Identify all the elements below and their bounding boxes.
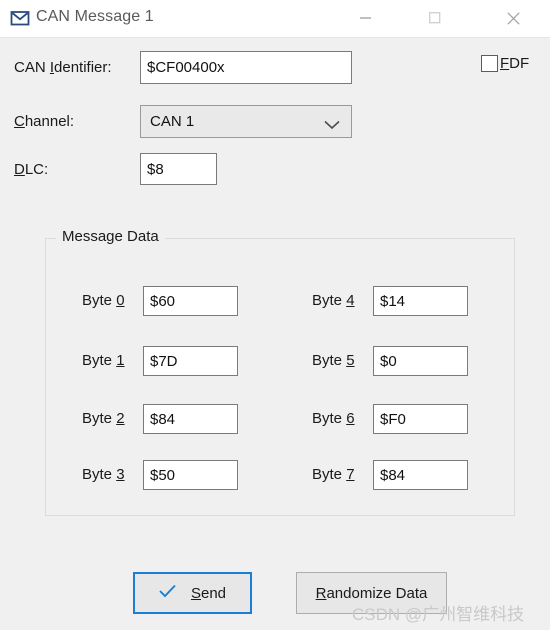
message-data-title: Message Data [56,228,165,245]
fdf-label-accel: F [500,55,510,72]
byte-5-label-index: 5 [346,352,355,369]
channel-label-accel: C [14,113,25,130]
randomize-data-label-accel: R [315,584,327,602]
byte-7-label-prefix: Byte [312,466,347,483]
byte-1-label: Byte 1 [82,352,125,369]
can-identifier-label: CAN Identifier: [14,59,112,76]
send-button-label: Send [191,585,226,602]
fdf-label-post: DF [509,55,530,72]
randomize-data-button[interactable]: Randomize Data [296,572,447,614]
byte-5-label: Byte 5 [312,352,355,369]
channel-select[interactable]: CAN 1 [140,105,352,138]
window-title: CAN Message 1 [36,8,154,25]
send-button[interactable]: Send [133,572,252,614]
byte-1-label-index: 1 [116,352,125,369]
byte-5-input[interactable]: $0 [373,346,468,376]
byte-2-label: Byte 2 [82,410,125,427]
can-identifier-label-pre: CAN [14,59,50,76]
dlc-label: DLC: [14,161,48,178]
byte-3-input[interactable]: $50 [143,460,238,490]
randomize-data-label-post: andomize Data [326,584,428,602]
byte-4-label-index: 4 [346,292,355,309]
byte-2-label-prefix: Byte [82,410,117,427]
byte-3-label-index: 3 [116,466,125,483]
fdf-checkbox-group[interactable]: FDF [481,55,529,72]
byte-7-input[interactable]: $84 [373,460,468,490]
byte-6-label: Byte 6 [312,410,355,427]
byte-0-label-prefix: Byte [82,292,117,309]
byte-3-label: Byte 3 [82,466,125,483]
byte-6-label-index: 6 [346,410,355,427]
dlc-label-post: LC: [24,161,49,178]
close-button[interactable] [492,0,538,36]
byte-0-input[interactable]: $60 [143,286,238,316]
maximize-button[interactable] [414,0,460,36]
byte-7-label: Byte 7 [312,466,355,483]
fdf-label: FDF [500,55,529,72]
byte-6-label-prefix: Byte [312,410,347,427]
fdf-checkbox[interactable] [481,55,498,72]
send-button-label-post: end [200,584,227,602]
channel-label: Channel: [14,113,74,130]
can-identifier-label-post: dentifier: [54,59,112,76]
randomize-data-button-label: Randomize Data [316,585,428,602]
check-icon [159,584,176,603]
byte-4-label-prefix: Byte [312,292,347,309]
dlc-label-accel: D [14,161,25,178]
byte-3-label-prefix: Byte [82,466,117,483]
byte-0-label: Byte 0 [82,292,125,309]
envelope-icon [10,9,30,27]
title-bar: CAN Message 1 [0,0,550,38]
channel-selected-value: CAN 1 [150,113,195,130]
dlc-input[interactable]: $8 [140,153,217,185]
byte-1-input[interactable]: $7D [143,346,238,376]
byte-2-input[interactable]: $84 [143,404,238,434]
send-button-label-accel: S [190,584,201,602]
channel-label-post: hannel: [24,113,75,130]
byte-6-input[interactable]: $F0 [373,404,468,434]
byte-1-label-prefix: Byte [82,352,117,369]
byte-2-label-index: 2 [116,410,125,427]
minimize-button[interactable] [345,0,391,36]
byte-0-label-index: 0 [116,292,125,309]
byte-5-label-prefix: Byte [312,352,347,369]
byte-4-label: Byte 4 [312,292,355,309]
byte-4-input[interactable]: $14 [373,286,468,316]
chevron-down-icon[interactable] [324,117,340,135]
byte-7-label-index: 7 [346,466,355,483]
can-identifier-input[interactable]: $CF00400x [140,51,352,84]
